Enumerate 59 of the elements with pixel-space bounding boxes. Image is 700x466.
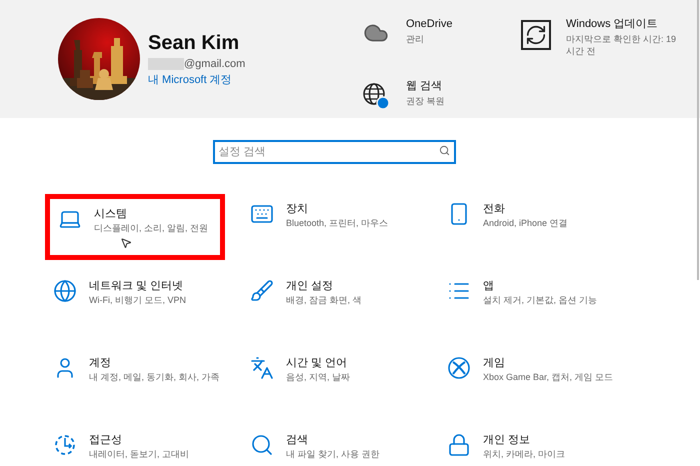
mouse-cursor-icon [120,237,132,249]
language-icon [250,356,274,380]
category-description: 디스플레이, 소리, 알림, 전원 [94,222,208,234]
account-name: Sean Kim [148,30,240,56]
globe-badge-icon [362,82,390,110]
category-tile[interactable]: 전화 Android, iPhone 연결 [439,194,619,260]
category-tile[interactable]: 시스템 디스플레이, 소리, 알림, 전원 [45,194,225,260]
category-tile[interactable]: 게임 Xbox Game Bar, 캡처, 게임 모드 [439,348,619,414]
category-title: 시간 및 언어 [286,356,348,371]
category-title: 장치 [286,202,309,217]
category-title: 접근성 [89,433,123,448]
refresh-icon [521,20,551,50]
globe-icon [53,279,77,303]
category-tile[interactable]: 접근성 내레이터, 돋보기, 고대비 [45,425,225,466]
redacted-block [148,58,184,70]
category-tile[interactable]: 개인 정보 위치, 카메라, 마이크 [439,425,619,466]
category-description: 내레이터, 돋보기, 고대비 [89,448,190,460]
category-title: 전화 [483,202,506,217]
category-tile[interactable]: 개인 설정 배경, 잠금 화면, 색 [242,271,422,337]
category-description: Android, iPhone 연결 [483,217,568,229]
category-tile[interactable]: 네트워크 및 인터넷 Wi-Fi, 비행기 모드, VPN [45,271,225,337]
keyboard-icon [250,202,274,226]
microsoft-account-link[interactable]: 내 Microsoft 계정 [148,72,246,88]
quick-link-subtitle: 관리 [406,32,425,44]
quick-link-title[interactable]: OneDrive [406,16,518,32]
category-title: 시스템 [94,207,128,222]
dashed-circle-icon [53,433,77,457]
category-tile[interactable]: 시간 및 언어 음성, 지역, 날짜 [242,348,422,414]
account-email: @gmail.com [184,56,246,72]
category-title: 게임 [483,356,506,371]
category-title: 개인 설정 [286,279,334,294]
quick-link-title[interactable]: 웹 검색 [406,78,518,95]
quick-link-subtitle: 권장 복원 [406,94,446,107]
search-field[interactable]: 설정 검색 [212,140,456,164]
lock-icon [447,433,471,457]
category-description: 내 계정, 메일, 동기화, 회사, 가족 [89,371,220,383]
x-circle-icon [447,356,471,380]
quick-link-title[interactable]: Windows 업데이트 [566,16,678,32]
quick-link-subtitle: 마지막으로 확인한 시간: 19시간 전 [566,32,678,56]
category-title: 계정 [89,356,112,371]
category-tile[interactable]: 장치 Bluetooth, 프린터, 마우스 [242,194,422,260]
category-description: 위치, 카메라, 마이크 [483,448,566,460]
category-description: Wi-Fi, 비행기 모드, VPN [89,294,186,306]
category-title: 개인 정보 [483,433,532,448]
category-description: Xbox Game Bar, 캡처, 게임 모드 [483,371,614,383]
category-title: 네트워크 및 인터넷 [89,279,184,294]
search-icon [250,433,274,457]
brush-icon [250,279,274,303]
category-description: 음성, 지역, 날짜 [286,371,350,383]
category-title: 검색 [286,433,309,448]
category-description: 배경, 잠금 화면, 색 [286,294,362,306]
search-icon [438,145,450,156]
category-description: 내 파일 찾기, 사용 권한 [286,448,380,460]
category-title: 앱 [483,279,495,294]
category-tile[interactable]: 검색 내 파일 찾기, 사용 권한 [242,425,422,466]
category-description: 설치 제거, 기본값, 옵션 기능 [483,294,598,306]
category-tile[interactable]: 계정 내 계정, 메일, 동기화, 회사, 가족 [45,348,225,414]
category-tile[interactable]: 앱 설치 제거, 기본값, 옵션 기능 [439,271,619,337]
category-description: Bluetooth, 프린터, 마우스 [286,217,388,229]
